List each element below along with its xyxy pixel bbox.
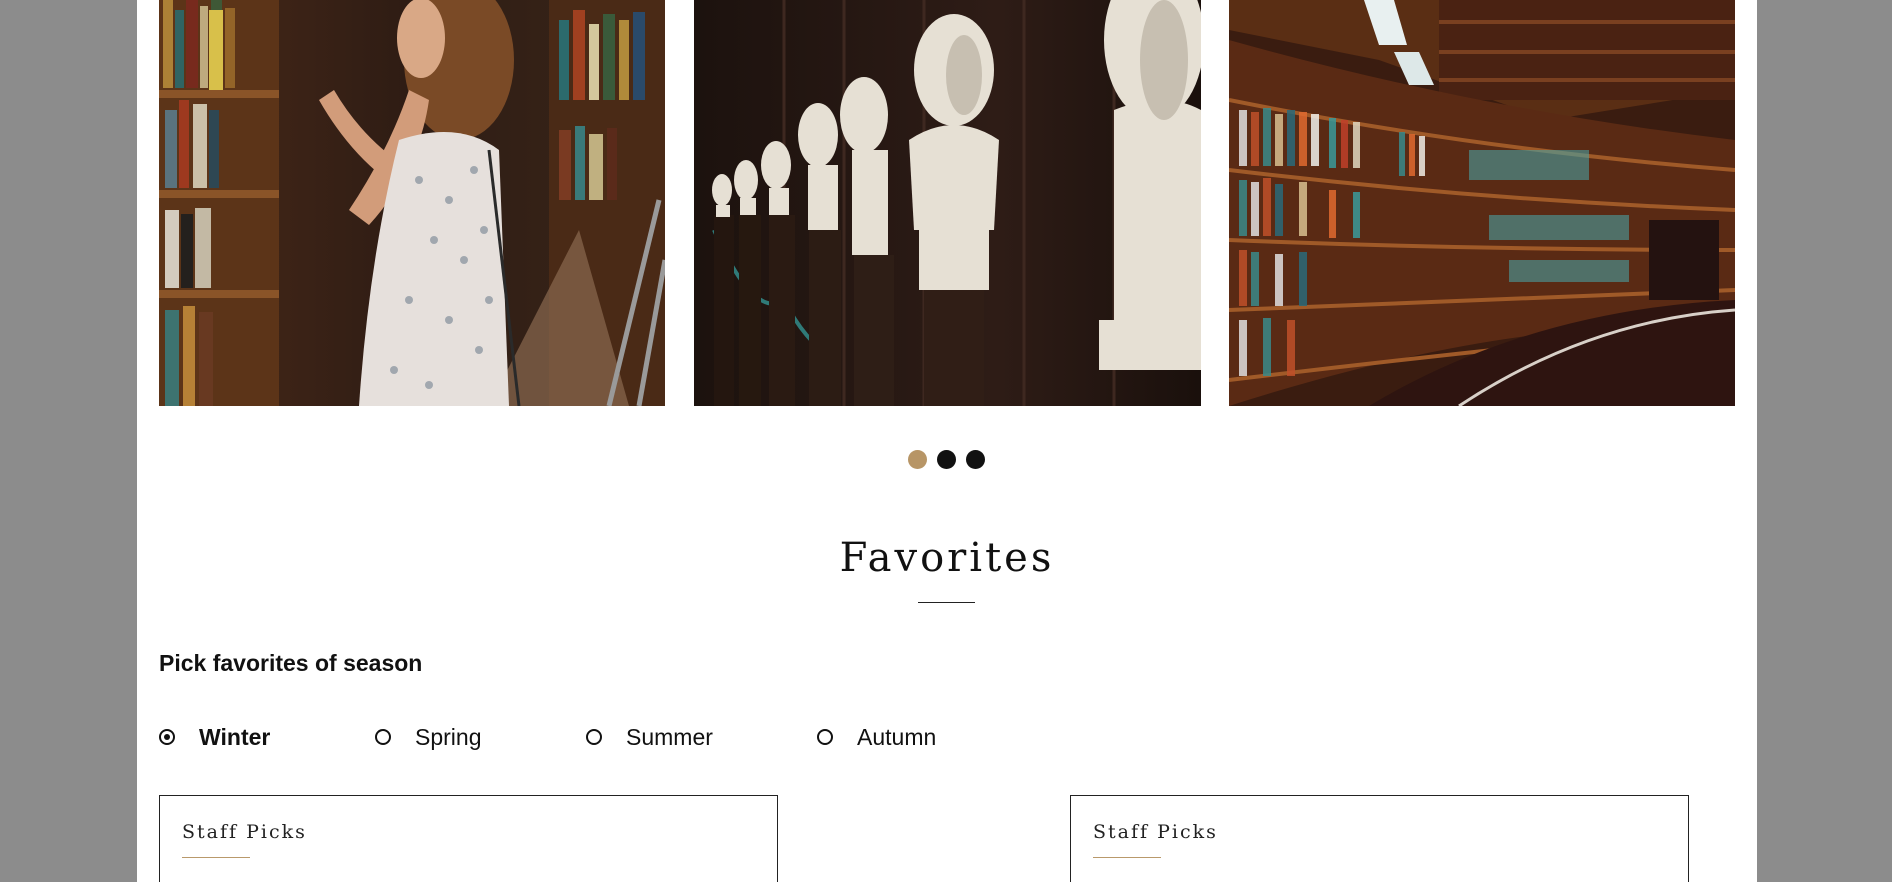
marble-busts-photo xyxy=(694,0,1201,406)
gallery-image-1[interactable] xyxy=(159,0,665,406)
curved-library-photo xyxy=(1229,0,1735,406)
season-option-autumn[interactable]: Autumn xyxy=(817,722,936,752)
title-divider xyxy=(918,602,975,603)
season-option-winter[interactable]: Winter xyxy=(159,722,270,752)
season-radio-group: Winter Spring Summer Autumn xyxy=(159,722,1059,752)
section-title: Favorites xyxy=(839,535,1055,581)
gallery-image-3[interactable] xyxy=(1229,0,1735,406)
radio-summer[interactable] xyxy=(586,729,602,745)
season-label-summer: Summer xyxy=(626,723,713,750)
season-option-summer[interactable]: Summer xyxy=(586,722,713,752)
season-label-spring: Spring xyxy=(415,723,482,750)
carousel-dot-1[interactable] xyxy=(908,450,927,469)
carousel-pagination xyxy=(137,450,1757,470)
carousel-dot-3[interactable] xyxy=(966,450,985,469)
radio-autumn[interactable] xyxy=(817,729,833,745)
season-label-winter: Winter xyxy=(199,723,271,750)
season-label-autumn: Autumn xyxy=(857,723,937,750)
card-title-underline xyxy=(1093,857,1161,858)
favorites-subtitle: Pick favorites of season xyxy=(159,650,423,676)
staff-picks-card-2: Staff Picks xyxy=(1070,795,1689,882)
card-title: Staff Picks xyxy=(1093,821,1218,843)
page-container: Favorites Pick favorites of season Winte… xyxy=(137,0,1757,882)
card-title-underline xyxy=(182,857,250,858)
library-woman-photo xyxy=(159,0,665,406)
carousel-dot-2[interactable] xyxy=(937,450,956,469)
radio-spring[interactable] xyxy=(375,729,391,745)
season-option-spring[interactable]: Spring xyxy=(375,722,481,752)
radio-winter[interactable] xyxy=(159,729,175,745)
gallery-image-2[interactable] xyxy=(694,0,1201,406)
staff-picks-card-1: Staff Picks xyxy=(159,795,778,882)
card-title: Staff Picks xyxy=(182,821,307,843)
